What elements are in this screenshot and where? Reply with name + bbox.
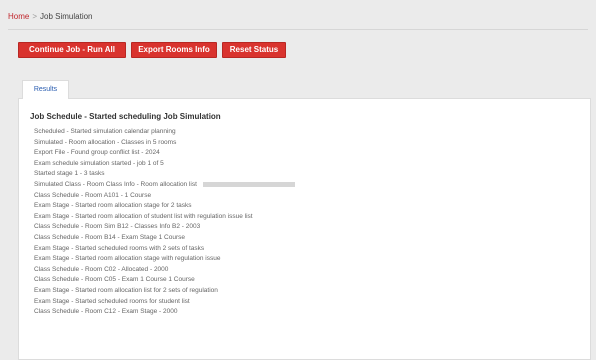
breadcrumb: Home > Job Simulation bbox=[8, 12, 93, 22]
log-line: Exam Stage - Started room allocation sta… bbox=[34, 202, 192, 210]
log-line: Exam Stage - Started scheduled rooms wit… bbox=[34, 244, 205, 252]
continue-job-button[interactable]: Continue Job - Run All bbox=[18, 42, 126, 58]
log-line: Simulated Class - Room Class Info - Room… bbox=[34, 180, 574, 191]
log-line: Class Schedule - Room C05 - Exam 1 Cours… bbox=[34, 276, 195, 284]
log-line: Class Schedule - Room B14 - Exam Stage 1… bbox=[34, 233, 186, 241]
log-line: Simulated - Room allocation - Classes in… bbox=[34, 138, 177, 146]
log-line: Exam Stage - Started room allocation sta… bbox=[34, 255, 221, 263]
log-title: Job Schedule - Started scheduling Job Si… bbox=[30, 112, 221, 121]
log-line: Started stage 1 - 3 tasks bbox=[34, 170, 105, 178]
log-line: Export File - Found group conflict list … bbox=[34, 149, 160, 157]
log-line: Exam Stage - Started room allocation lis… bbox=[34, 286, 218, 294]
log-list: Scheduled - Started simulation calendar … bbox=[34, 127, 574, 318]
tab-results[interactable]: Results bbox=[22, 80, 69, 99]
log-line: Class Schedule - Room Sim B12 - Classes … bbox=[34, 223, 201, 231]
breadcrumb-separator: > bbox=[32, 12, 38, 21]
breadcrumb-home-link[interactable]: Home bbox=[8, 12, 29, 22]
log-line: Scheduled - Started simulation calendar … bbox=[34, 128, 176, 135]
toolbar: Continue Job - Run All Export Rooms Info… bbox=[18, 42, 286, 58]
log-line: Exam Stage - Started room allocation of … bbox=[34, 212, 253, 220]
log-line: Class Schedule - Room A101 - 1 Course bbox=[34, 191, 152, 199]
log-line: Class Schedule - Room C02 - Allocated - … bbox=[34, 265, 169, 273]
log-line: Exam schedule simulation started - job 1… bbox=[34, 159, 164, 167]
log-line: Exam Stage - Started scheduled rooms for… bbox=[34, 297, 190, 305]
breadcrumb-current: Job Simulation bbox=[40, 12, 93, 21]
reset-status-button[interactable]: Reset Status bbox=[222, 42, 286, 58]
redacted-bar bbox=[202, 181, 295, 187]
export-rooms-button[interactable]: Export Rooms Info bbox=[131, 42, 217, 58]
log-line-text: Simulated Class - Room Class Info - Room… bbox=[34, 180, 197, 188]
header-divider bbox=[8, 29, 588, 30]
log-line: Class Schedule - Room C12 - Exam Stage -… bbox=[34, 308, 178, 316]
